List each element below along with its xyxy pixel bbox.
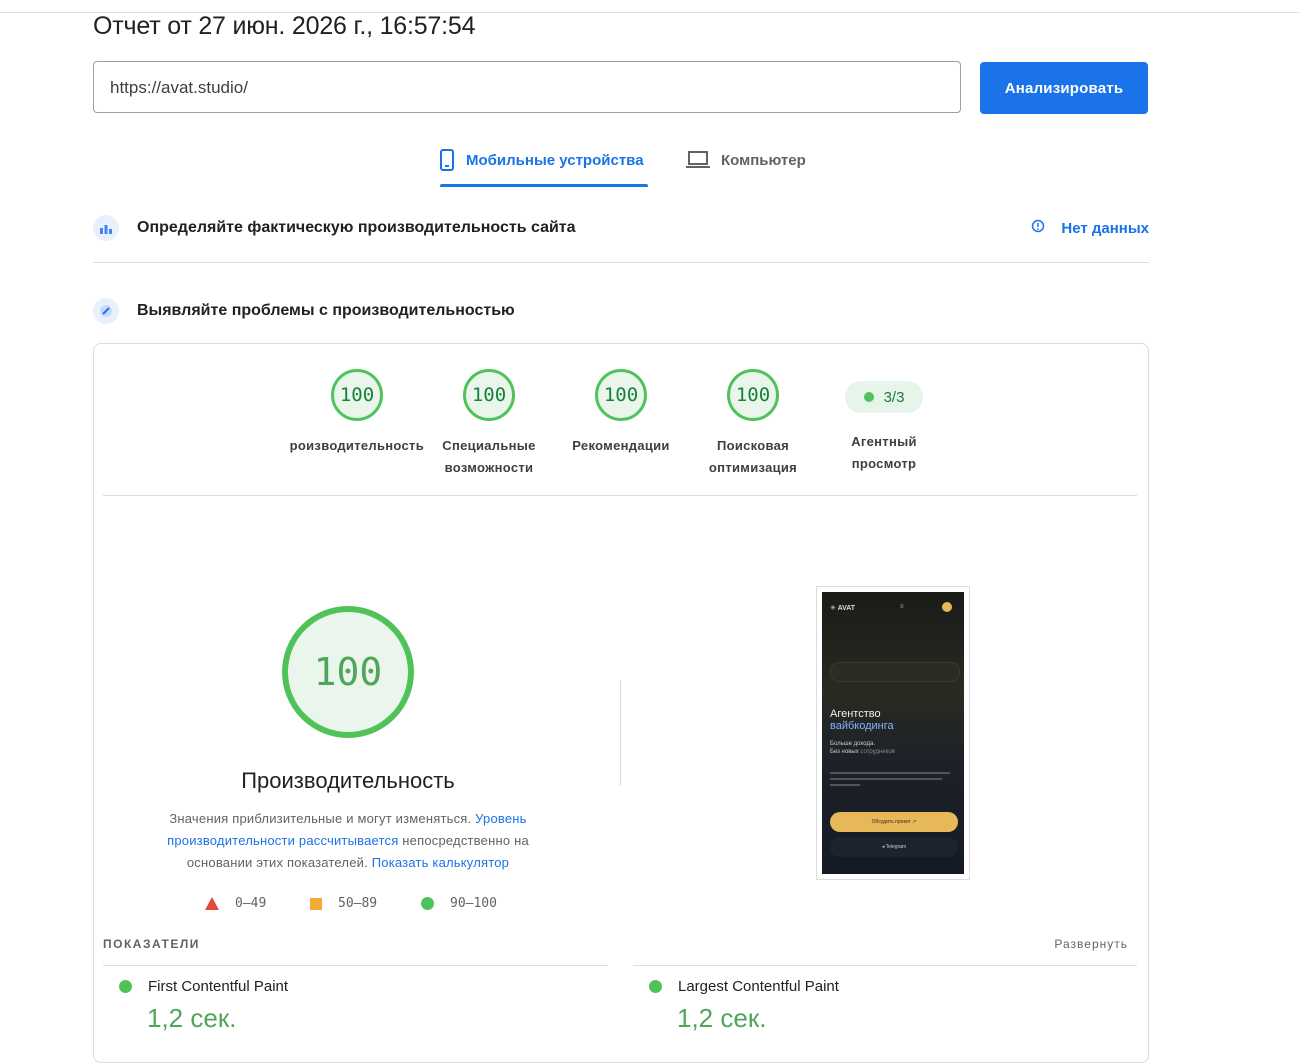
show-calculator-link[interactable]: Показать калькулятор (372, 855, 509, 870)
circle-icon (421, 897, 434, 910)
lab-data-icon (93, 298, 119, 324)
text-placeholder (830, 778, 942, 780)
score-label: Производительность (290, 435, 424, 457)
metrics-title: ПОКАЗАТЕЛИ (103, 937, 200, 951)
screenshot-action-icon (942, 602, 952, 612)
no-data-label: Нет данных (1061, 219, 1149, 237)
tab-desktop[interactable]: Компьютер (685, 148, 806, 188)
metric-divider (633, 965, 1137, 966)
laptop-icon (685, 148, 711, 174)
screenshot-headline: Агентство вайбкодинга (830, 708, 894, 732)
screenshot-brand: AVAT (837, 605, 856, 612)
page-screenshot-thumbnail[interactable]: ✳ AVAT ≡ Агентство вайбкодинга Больше до… (816, 586, 970, 880)
sub-line1: Больше дохода. (830, 741, 875, 747)
score-label-line1: Поисковая (716, 438, 790, 453)
tab-mobile-label: Мобильные устройства (466, 152, 644, 169)
triangle-icon (205, 897, 219, 910)
cta-label: Обсудить проект ↗ (871, 819, 917, 825)
tab-mobile[interactable]: Мобильные устройства (438, 148, 644, 188)
agent-view-value: 3/3 (883, 388, 905, 406)
screenshot-telegram-button: ◂ Telegram (830, 837, 958, 857)
agent-view-score[interactable]: 3/3 Агентный просмотр (814, 369, 954, 475)
headline-line2: вайбкодинга (830, 720, 894, 732)
legend-pass: 90–100 (421, 896, 497, 911)
legend-fail: 0–49 (205, 896, 266, 911)
legend-range: 0–49 (235, 896, 267, 911)
score-label-line1: Специальные (442, 438, 536, 453)
field-data-section: Определяйте фактическую производительнос… (93, 215, 1149, 241)
metric-fcp: First Contentful Paint (119, 978, 288, 995)
score-value: 100 (727, 369, 779, 421)
score-label: Поисковая оптимизация (683, 435, 823, 479)
telegram-label: ◂ Telegram (881, 844, 907, 850)
metric-name: First Contentful Paint (148, 978, 289, 995)
agent-view-label-line1: Агентный (851, 434, 917, 449)
score-label-line2: оптимизация (708, 460, 798, 475)
text-placeholder (830, 784, 860, 786)
metric-lcp-value: 1,2 сек. (677, 1003, 767, 1033)
score-label-line2: возможности (444, 460, 534, 475)
score-value: 100 (331, 369, 383, 421)
pass-dot-icon (119, 980, 132, 993)
score-label: Специальные возможности (419, 435, 559, 479)
url-value[interactable]: https://avat.studio/ (110, 78, 248, 98)
main-score-gauge: 100 (282, 606, 414, 738)
score-gauge-accessibility[interactable]: 100 Специальные возможности (419, 369, 559, 479)
score-gauge-performance[interactable]: 100 Производительность (287, 369, 427, 457)
score-value: 100 (595, 369, 647, 421)
score-gauge-best-practices[interactable]: 100 Рекомендации (551, 369, 691, 457)
score-note: Значения приблизительные и могут изменят… (148, 808, 548, 874)
expand-toggle[interactable]: Развернуть (1054, 937, 1128, 951)
screenshot-subtitle: Больше дохода. Без новых сотрудников (830, 740, 895, 756)
main-score-label: Производительность (241, 768, 455, 793)
lab-data-section: Выявляйте проблемы с производительностью (93, 298, 1149, 324)
tab-desktop-label: Компьютер (721, 152, 806, 169)
legend-range: 90–100 (450, 896, 497, 911)
screenshot-header: ✳ AVAT (830, 605, 856, 612)
score-gauge-seo[interactable]: 100 Поисковая оптимизация (683, 369, 823, 479)
agent-view-pill: 3/3 (845, 381, 923, 413)
pass-dot-icon (649, 980, 662, 993)
info-icon (1031, 219, 1045, 237)
screenshot-cta-button: Обсудить проект ↗ (830, 812, 958, 832)
analyze-button[interactable]: Анализировать (980, 62, 1148, 114)
sub-line2b: сотрудников (860, 749, 895, 755)
legend-range: 50–89 (338, 896, 378, 911)
score-value: 100 (463, 369, 515, 421)
headline-line1: Агентство (830, 708, 881, 720)
screenshot-banner (830, 662, 960, 682)
screenshot-screen: ✳ AVAT ≡ Агентство вайбкодинга Больше до… (822, 592, 964, 874)
active-tab-indicator (440, 184, 648, 187)
lab-data-title: Выявляйте проблемы с производительностью (137, 302, 515, 319)
menu-icon: ≡ (900, 604, 904, 610)
pass-dot-icon (863, 392, 874, 402)
score-label-line1: Рекомендации (572, 438, 670, 453)
agent-view-label-line2: просмотр (851, 456, 917, 471)
no-data-link[interactable]: Нет данных (1031, 219, 1149, 237)
metric-name: Largest Contentful Paint (678, 978, 839, 995)
section-divider (93, 262, 1149, 263)
text-placeholder (830, 772, 950, 774)
sub-line2: Без новых (830, 749, 859, 755)
note-text: Значения приблизительные и могут изменят… (169, 811, 476, 826)
score-label-line1: Производительность (290, 438, 424, 453)
report-title: Отчет от 27 июн. 2026 г., 16:57:54 (93, 12, 476, 40)
metric-lcp: Largest Contentful Paint (649, 978, 839, 995)
smartphone-icon (438, 148, 456, 176)
field-data-icon (93, 215, 119, 241)
field-data-title: Определяйте фактическую производительнос… (137, 219, 576, 236)
card-divider (103, 495, 1137, 496)
metric-divider (103, 965, 608, 966)
vertical-separator (620, 680, 621, 786)
screenshot-body-text (830, 772, 954, 792)
legend-average: 50–89 (310, 896, 377, 911)
metric-fcp-value: 1,2 сек. (147, 1003, 237, 1033)
score-label: Рекомендации (551, 435, 691, 457)
agent-view-label: Агентный просмотр (814, 431, 954, 475)
url-input[interactable]: https://avat.studio/ (93, 61, 961, 113)
square-icon (310, 897, 322, 910)
